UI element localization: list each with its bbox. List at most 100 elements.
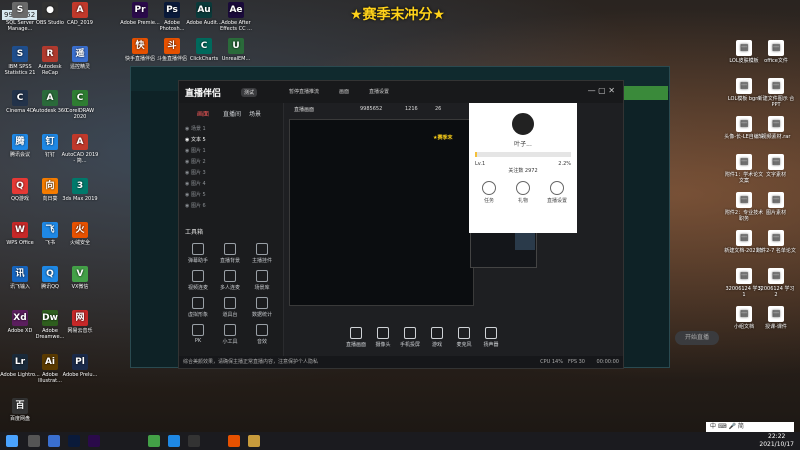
desktop-icon-icon: A: [72, 134, 88, 150]
obs-icon[interactable]: [188, 435, 200, 447]
tool-button[interactable]: 多人连麦: [217, 270, 243, 291]
source-button[interactable]: 麦克风: [451, 327, 477, 348]
side-tab-scenes[interactable]: 场景: [249, 109, 261, 118]
desktop-right-icon-13[interactable]: ▤ 32006124 学习2: [756, 268, 796, 298]
desktop-icon-label: 网易云音乐: [67, 328, 93, 334]
scene-item[interactable]: ◉ 图片 4: [185, 180, 275, 189]
tool-button[interactable]: 道具台: [217, 297, 243, 318]
desktop-right-icon-9[interactable]: ▤ 图片素材: [756, 192, 796, 216]
panel-item-task[interactable]: 任务: [475, 181, 503, 204]
scene-item[interactable]: ◉ 图片 2: [185, 158, 275, 167]
clock[interactable]: 22:22 2021/10/17: [759, 433, 794, 449]
desktop-right-icon-icon: ▤: [736, 192, 752, 208]
photoshop-icon[interactable]: [68, 435, 80, 447]
scene-item[interactable]: ◉ 文本 5: [185, 136, 275, 145]
tool-button[interactable]: 音效: [249, 324, 275, 345]
title-tab-2[interactable]: 直播设置: [369, 88, 389, 95]
taskbar-app-icon[interactable]: [48, 435, 60, 447]
scene-item[interactable]: ◉ 图片 5: [185, 191, 275, 200]
desktop-right-icon-label: 视频素材.rar: [761, 134, 791, 140]
desktop-icon-label: CorelDRAW 2020: [65, 108, 95, 120]
windows-start-icon[interactable]: [6, 435, 18, 447]
source-button[interactable]: 游戏: [424, 327, 450, 348]
panel-item-gift[interactable]: 礼物: [509, 181, 537, 204]
desktop-icon-23[interactable]: 网网易云音乐: [60, 310, 100, 334]
level-progress: [475, 152, 571, 157]
tool-button[interactable]: 主播挂件: [249, 243, 275, 264]
qq-icon[interactable]: [168, 435, 180, 447]
user-avatar[interactable]: [510, 111, 536, 137]
desktop-top-icon-icon: Ps: [164, 2, 180, 18]
tool-label: 直播背景: [219, 258, 240, 264]
username: 叶子...: [514, 141, 532, 148]
source-button[interactable]: 扬声器: [478, 327, 504, 348]
source-button[interactable]: 摄像头: [370, 327, 396, 348]
tool-icon: [192, 270, 204, 282]
tool-icon: [224, 297, 236, 309]
desktop-right-icon-5[interactable]: ▤ 视频素材.rar: [756, 116, 796, 140]
tool-icon: [256, 243, 268, 255]
desktop-right-icon-icon: ▤: [768, 116, 784, 132]
desktop-icon-label: Adobe Prelu...: [62, 372, 98, 378]
desktop-right-icon-icon: ▤: [768, 230, 784, 246]
side-tab-room[interactable]: 直播间: [223, 109, 241, 118]
desktop-right-icon-11[interactable]: ▤ 附件2-7 名单论文: [756, 230, 796, 254]
panel-item-settings[interactable]: 直播设置: [543, 181, 571, 204]
wechat-icon[interactable]: [148, 435, 160, 447]
lol-icon[interactable]: [248, 435, 260, 447]
scene-item[interactable]: ◉ 图片 6: [185, 202, 275, 211]
desktop-top-icon-3[interactable]: Ae Adobe After Effects CC ...: [216, 2, 256, 32]
desktop-icon-2[interactable]: A CAD_2019: [60, 2, 100, 26]
tool-button[interactable]: 弹幕助手: [185, 243, 211, 264]
desktop-icon-17[interactable]: 火火绒安全: [60, 222, 100, 246]
desktop-right-icon-label: 新建文件图示 合PPT: [757, 96, 795, 108]
desktop-right-icon-15[interactable]: ▤ 授课-课件: [756, 306, 796, 330]
source-button[interactable]: 手机投屏: [397, 327, 423, 348]
tool-button[interactable]: 场景库: [249, 270, 275, 291]
desktop-icon-26[interactable]: Pl Adobe Prelu...: [60, 354, 100, 378]
source-button[interactable]: 直播画面: [343, 327, 369, 348]
tool-label: 多人连麦: [219, 285, 240, 291]
title-tab-0[interactable]: 暂停直播推流: [289, 88, 319, 95]
live-companion-icon[interactable]: [228, 435, 240, 447]
live-preview[interactable]: 直播画面 9985652 1216 26 ★赛季末: [289, 106, 537, 306]
scene-item[interactable]: ◉ 图片 3: [185, 169, 275, 178]
tool-button[interactable]: 直播背景: [217, 243, 243, 264]
desktop-top-icon-7[interactable]: U UnrealEM...: [216, 38, 256, 62]
side-tab-scene[interactable]: 画面: [197, 109, 209, 118]
start-live-button[interactable]: 开始直播: [675, 331, 719, 345]
clock-date: 2021/10/17: [759, 441, 794, 448]
live-companion-window[interactable]: 直播伴侣 测试 暂停直播推流 画面 直播设置 — ▢ ✕ 画面 直播间 场景 ◉…: [178, 80, 719, 369]
source-label: 麦克风: [456, 342, 472, 348]
desktop-right-icon-icon: ▤: [768, 268, 784, 284]
title-tab-1[interactable]: 画面: [339, 88, 349, 95]
scene-item[interactable]: ◉ 场景 1: [185, 125, 275, 134]
tool-button[interactable]: 小工具: [217, 324, 243, 345]
search-icon[interactable]: [28, 435, 40, 447]
desktop-icon-14[interactable]: 3 3ds Max 2019: [60, 178, 100, 202]
desktop-icon-icon: 3: [72, 178, 88, 194]
desktop-icon-20[interactable]: V VX微信: [60, 266, 100, 290]
tool-button[interactable]: 数据统计: [249, 297, 275, 318]
desktop-right-icon-1[interactable]: ▤ office文件: [756, 40, 796, 64]
desktop-right-icon-3[interactable]: ▤ 新建文件图示 合PPT: [756, 78, 796, 108]
desktop-icon-8[interactable]: C CorelDRAW 2020: [60, 90, 100, 120]
desktop-icon-icon: Q: [12, 178, 28, 194]
source-toolbar: 直播画面 摄像头 手机投屏 游戏 麦克风 扬声器 开始直播: [283, 321, 719, 356]
preview-likes: 26: [435, 106, 442, 112]
desktop-icon-5[interactable]: 遥遥控精灵: [60, 46, 100, 70]
desktop-icon-27[interactable]: 百百度网盘: [0, 398, 40, 422]
desktop-right-icon-7[interactable]: ▤ 文字素材: [756, 154, 796, 178]
tool-button[interactable]: PK: [185, 324, 211, 344]
premiere-icon[interactable]: [88, 435, 100, 447]
ime-toolbar[interactable]: 中 ⌨ 🎤 简: [706, 422, 794, 432]
desktop-top-icon-icon: Pr: [132, 2, 148, 18]
tool-button[interactable]: 视频连麦: [185, 270, 211, 291]
desktop-icon-11[interactable]: A AutoCAD 2019 - 简...: [60, 134, 100, 164]
desktop-top-icon-icon: 快: [132, 38, 148, 54]
tool-button[interactable]: 虚拟形象: [185, 297, 211, 318]
scene-item[interactable]: ◉ 图片 1: [185, 147, 275, 156]
window-controls-icon[interactable]: — ▢ ✕: [588, 86, 615, 95]
user-panel: 叶子... Lv.1 2.2% 关注数 2972 任务 礼物 直播设置: [469, 103, 577, 233]
desktop-icon-icon: Lr: [12, 354, 28, 370]
